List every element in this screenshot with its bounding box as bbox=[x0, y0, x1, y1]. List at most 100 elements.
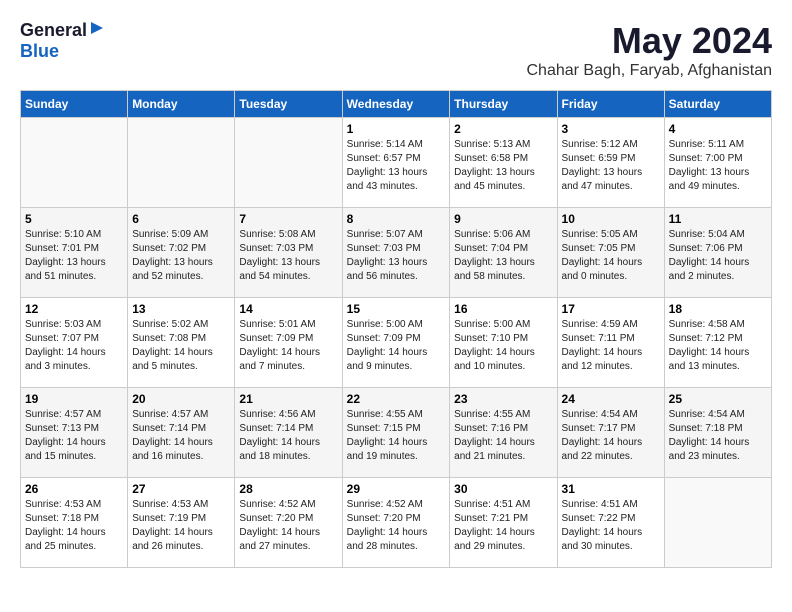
calendar-cell: 29 Sunrise: 4:52 AM Sunset: 7:20 PM Dayli… bbox=[342, 478, 450, 568]
week-row-3: 12 Sunrise: 5:03 AM Sunset: 7:07 PM Dayli… bbox=[21, 298, 772, 388]
day-info: Sunrise: 5:07 AM Sunset: 7:03 PM Dayligh… bbox=[347, 228, 446, 284]
day-info: Sunrise: 4:53 AM Sunset: 7:18 PM Dayligh… bbox=[25, 498, 123, 554]
day-number: 5 bbox=[25, 212, 123, 226]
logo-arrow-icon bbox=[89, 20, 105, 36]
calendar-cell: 3 Sunrise: 5:12 AM Sunset: 6:59 PM Daylig… bbox=[557, 118, 664, 208]
day-number: 29 bbox=[347, 482, 446, 496]
calendar-cell: 28 Sunrise: 4:52 AM Sunset: 7:20 PM Dayli… bbox=[235, 478, 342, 568]
calendar-cell: 19Sunrise: 4:57 AM Sunset: 7:13 PM Dayli… bbox=[21, 388, 128, 478]
calendar-cell: 20Sunrise: 4:57 AM Sunset: 7:14 PM Dayli… bbox=[128, 388, 235, 478]
day-number: 30 bbox=[454, 482, 552, 496]
day-info: Sunrise: 5:09 AM Sunset: 7:02 PM Dayligh… bbox=[132, 228, 230, 284]
day-info: Sunrise: 5:12 AM Sunset: 6:59 PM Dayligh… bbox=[562, 138, 660, 194]
calendar-cell: 21 Sunrise: 4:56 AM Sunset: 7:14 PM Dayli… bbox=[235, 388, 342, 478]
calendar-cell bbox=[128, 118, 235, 208]
day-info: Sunrise: 4:51 AM Sunset: 7:21 PM Dayligh… bbox=[454, 498, 552, 554]
day-number: 24 bbox=[562, 392, 660, 406]
calendar-cell: 15Sunrise: 5:00 AM Sunset: 7:09 PM Dayli… bbox=[342, 298, 450, 388]
weekday-header-friday: Friday bbox=[557, 91, 664, 118]
day-number: 8 bbox=[347, 212, 446, 226]
day-info: Sunrise: 4:57 AM Sunset: 7:13 PM Dayligh… bbox=[25, 408, 123, 464]
location-title: Chahar Bagh, Faryab, Afghanistan bbox=[527, 62, 773, 80]
day-info: Sunrise: 4:53 AM Sunset: 7:19 PM Dayligh… bbox=[132, 498, 230, 554]
day-number: 26 bbox=[25, 482, 123, 496]
day-number: 14 bbox=[239, 302, 337, 316]
logo-blue-text: Blue bbox=[20, 41, 59, 61]
day-info: Sunrise: 4:55 AM Sunset: 7:15 PM Dayligh… bbox=[347, 408, 446, 464]
calendar-cell: 13Sunrise: 5:02 AM Sunset: 7:08 PM Dayli… bbox=[128, 298, 235, 388]
day-info: Sunrise: 5:04 AM Sunset: 7:06 PM Dayligh… bbox=[669, 228, 767, 284]
calendar-cell bbox=[235, 118, 342, 208]
day-info: Sunrise: 4:55 AM Sunset: 7:16 PM Dayligh… bbox=[454, 408, 552, 464]
day-number: 11 bbox=[669, 212, 767, 226]
day-number: 18 bbox=[669, 302, 767, 316]
logo: General Blue bbox=[20, 20, 105, 62]
day-number: 2 bbox=[454, 122, 552, 136]
day-number: 23 bbox=[454, 392, 552, 406]
day-number: 27 bbox=[132, 482, 230, 496]
day-info: Sunrise: 5:10 AM Sunset: 7:01 PM Dayligh… bbox=[25, 228, 123, 284]
weekday-header-monday: Monday bbox=[128, 91, 235, 118]
calendar-cell bbox=[21, 118, 128, 208]
day-number: 16 bbox=[454, 302, 552, 316]
day-number: 17 bbox=[562, 302, 660, 316]
calendar-cell: 18 Sunrise: 4:58 AM Sunset: 7:12 PM Dayli… bbox=[664, 298, 771, 388]
calendar-cell: 10Sunrise: 5:05 AM Sunset: 7:05 PM Dayli… bbox=[557, 208, 664, 298]
day-number: 28 bbox=[239, 482, 337, 496]
calendar-cell: 17Sunrise: 4:59 AM Sunset: 7:11 PM Dayli… bbox=[557, 298, 664, 388]
calendar-cell: 1 Sunrise: 5:14 AM Sunset: 6:57 PM Daylig… bbox=[342, 118, 450, 208]
day-number: 22 bbox=[347, 392, 446, 406]
day-number: 25 bbox=[669, 392, 767, 406]
day-number: 4 bbox=[669, 122, 767, 136]
day-info: Sunrise: 5:11 AM Sunset: 7:00 PM Dayligh… bbox=[669, 138, 767, 194]
weekday-header-sunday: Sunday bbox=[21, 91, 128, 118]
day-info: Sunrise: 4:58 AM Sunset: 7:12 PM Dayligh… bbox=[669, 318, 767, 374]
day-number: 21 bbox=[239, 392, 337, 406]
day-info: Sunrise: 4:56 AM Sunset: 7:14 PM Dayligh… bbox=[239, 408, 337, 464]
calendar-cell: 30 Sunrise: 4:51 AM Sunset: 7:21 PM Dayli… bbox=[450, 478, 557, 568]
day-info: Sunrise: 5:14 AM Sunset: 6:57 PM Dayligh… bbox=[347, 138, 446, 194]
weekday-header-thursday: Thursday bbox=[450, 91, 557, 118]
day-number: 31 bbox=[562, 482, 660, 496]
day-number: 10 bbox=[562, 212, 660, 226]
calendar-cell: 25 Sunrise: 4:54 AM Sunset: 7:18 PM Dayli… bbox=[664, 388, 771, 478]
week-row-1: 1 Sunrise: 5:14 AM Sunset: 6:57 PM Daylig… bbox=[21, 118, 772, 208]
day-number: 12 bbox=[25, 302, 123, 316]
calendar-cell: 6 Sunrise: 5:09 AM Sunset: 7:02 PM Daylig… bbox=[128, 208, 235, 298]
calendar-cell: 31Sunrise: 4:51 AM Sunset: 7:22 PM Dayli… bbox=[557, 478, 664, 568]
week-row-4: 19Sunrise: 4:57 AM Sunset: 7:13 PM Dayli… bbox=[21, 388, 772, 478]
calendar-cell: 5 Sunrise: 5:10 AM Sunset: 7:01 PM Daylig… bbox=[21, 208, 128, 298]
calendar-cell bbox=[664, 478, 771, 568]
day-number: 1 bbox=[347, 122, 446, 136]
day-info: Sunrise: 5:02 AM Sunset: 7:08 PM Dayligh… bbox=[132, 318, 230, 374]
calendar-cell: 23 Sunrise: 4:55 AM Sunset: 7:16 PM Dayli… bbox=[450, 388, 557, 478]
day-info: Sunrise: 4:57 AM Sunset: 7:14 PM Dayligh… bbox=[132, 408, 230, 464]
week-row-5: 26 Sunrise: 4:53 AM Sunset: 7:18 PM Dayli… bbox=[21, 478, 772, 568]
week-row-2: 5 Sunrise: 5:10 AM Sunset: 7:01 PM Daylig… bbox=[21, 208, 772, 298]
day-number: 9 bbox=[454, 212, 552, 226]
calendar-cell: 24 Sunrise: 4:54 AM Sunset: 7:17 PM Dayli… bbox=[557, 388, 664, 478]
calendar-cell: 11 Sunrise: 5:04 AM Sunset: 7:06 PM Dayli… bbox=[664, 208, 771, 298]
logo-general-text: General bbox=[20, 20, 87, 41]
calendar-cell: 9 Sunrise: 5:06 AM Sunset: 7:04 PM Daylig… bbox=[450, 208, 557, 298]
title-section: May 2024 Chahar Bagh, Faryab, Afghanista… bbox=[527, 20, 773, 80]
weekday-header-row: SundayMondayTuesdayWednesdayThursdayFrid… bbox=[21, 91, 772, 118]
day-info: Sunrise: 5:00 AM Sunset: 7:09 PM Dayligh… bbox=[347, 318, 446, 374]
calendar-cell: 8 Sunrise: 5:07 AM Sunset: 7:03 PM Daylig… bbox=[342, 208, 450, 298]
day-info: Sunrise: 4:52 AM Sunset: 7:20 PM Dayligh… bbox=[239, 498, 337, 554]
day-info: Sunrise: 5:00 AM Sunset: 7:10 PM Dayligh… bbox=[454, 318, 552, 374]
calendar-cell: 2 Sunrise: 5:13 AM Sunset: 6:58 PM Daylig… bbox=[450, 118, 557, 208]
day-info: Sunrise: 5:03 AM Sunset: 7:07 PM Dayligh… bbox=[25, 318, 123, 374]
day-number: 7 bbox=[239, 212, 337, 226]
calendar-cell: 4 Sunrise: 5:11 AM Sunset: 7:00 PM Daylig… bbox=[664, 118, 771, 208]
day-info: Sunrise: 4:52 AM Sunset: 7:20 PM Dayligh… bbox=[347, 498, 446, 554]
day-info: Sunrise: 4:54 AM Sunset: 7:17 PM Dayligh… bbox=[562, 408, 660, 464]
day-info: Sunrise: 5:06 AM Sunset: 7:04 PM Dayligh… bbox=[454, 228, 552, 284]
day-number: 3 bbox=[562, 122, 660, 136]
calendar-cell: 16 Sunrise: 5:00 AM Sunset: 7:10 PM Dayli… bbox=[450, 298, 557, 388]
day-info: Sunrise: 4:54 AM Sunset: 7:18 PM Dayligh… bbox=[669, 408, 767, 464]
calendar-cell: 7Sunrise: 5:08 AM Sunset: 7:03 PM Daylig… bbox=[235, 208, 342, 298]
calendar-cell: 27 Sunrise: 4:53 AM Sunset: 7:19 PM Dayli… bbox=[128, 478, 235, 568]
day-info: Sunrise: 5:13 AM Sunset: 6:58 PM Dayligh… bbox=[454, 138, 552, 194]
day-number: 6 bbox=[132, 212, 230, 226]
